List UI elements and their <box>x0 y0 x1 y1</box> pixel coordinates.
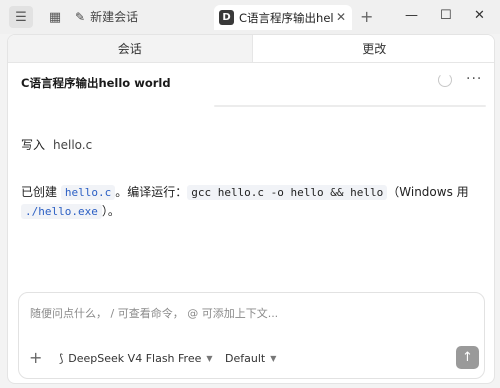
plus-icon[interactable]: + <box>29 348 42 367</box>
send-button[interactable]: ↑ <box>456 346 479 369</box>
new-chat-label: 新建会话 <box>90 10 139 24</box>
model-label: DeepSeek V4 Flash Free <box>68 352 202 365</box>
chevron-down-icon: ▼ <box>206 354 213 363</box>
grid-button[interactable]: ▦ <box>43 6 67 28</box>
message-write: 写入 hello.c <box>21 136 92 153</box>
maximize-icon[interactable]: ☐ <box>440 8 452 23</box>
inline-code: hello.c <box>60 185 116 200</box>
tab-title: C语言程序输出hello world <box>239 10 334 25</box>
message-filename: hello.c <box>53 138 93 152</box>
new-chat-button[interactable]: ✎ 新建会话 <box>75 8 138 25</box>
prompt-input[interactable] <box>30 303 470 323</box>
minimize-icon[interactable]: — <box>405 8 418 23</box>
segment-control: 会话 更改 <box>8 35 494 63</box>
model-selector[interactable]: ⟆ DeepSeek V4 Flash Free ▼ <box>59 352 213 365</box>
message-text: 。编译运行： <box>115 185 188 199</box>
inline-code: ./hello.exe <box>21 204 102 219</box>
more-icon[interactable]: ··· <box>466 71 482 87</box>
chat-tab[interactable]: D C语言程序输出hello world ✕ <box>214 5 352 30</box>
message-prefix: 写入 <box>21 138 46 152</box>
mode-label: Default <box>225 352 266 365</box>
send-arrow-icon: ↑ <box>462 350 473 365</box>
message-text: ）。 <box>101 204 120 218</box>
message-text: 已创建 <box>21 185 61 199</box>
grid-icon: ▦ <box>48 9 62 25</box>
plus-icon[interactable]: + <box>360 7 373 26</box>
model-icon: ⟆ <box>59 352 64 365</box>
conversation-title: C语言程序输出hello world <box>21 76 171 90</box>
composer: + ⟆ DeepSeek V4 Flash Free ▼ Default ▼ ↑ <box>18 292 485 379</box>
menu-icon: ☰ <box>15 9 27 25</box>
edit-icon: ✎ <box>75 9 86 24</box>
close-icon[interactable]: ✕ <box>336 10 346 24</box>
divider <box>214 105 486 107</box>
tab-conversation[interactable]: 会话 <box>8 35 252 62</box>
spinner-icon <box>438 73 452 87</box>
message-created: 已创建 hello.c 。编译运行： gcc hello.c -o hello &&… <box>21 183 483 221</box>
close-window-icon[interactable]: ✕ <box>474 8 485 23</box>
tab-badge: D <box>219 10 234 25</box>
mode-selector[interactable]: Default ▼ <box>225 352 276 365</box>
message-text: （Windows 用 <box>387 185 469 199</box>
chat-panel: 会话 更改 C语言程序输出hello world ··· 写入 hello.c 已… <box>7 34 495 384</box>
inline-code: gcc hello.c -o hello && hello <box>187 185 388 200</box>
title-bar: ☰ ▦ ✎ 新建会话 D C语言程序输出hello world ✕ + — ☐ … <box>0 0 500 34</box>
tab-changes[interactable]: 更改 <box>251 35 494 62</box>
chevron-down-icon: ▼ <box>270 354 277 363</box>
menu-button[interactable]: ☰ <box>9 6 33 28</box>
